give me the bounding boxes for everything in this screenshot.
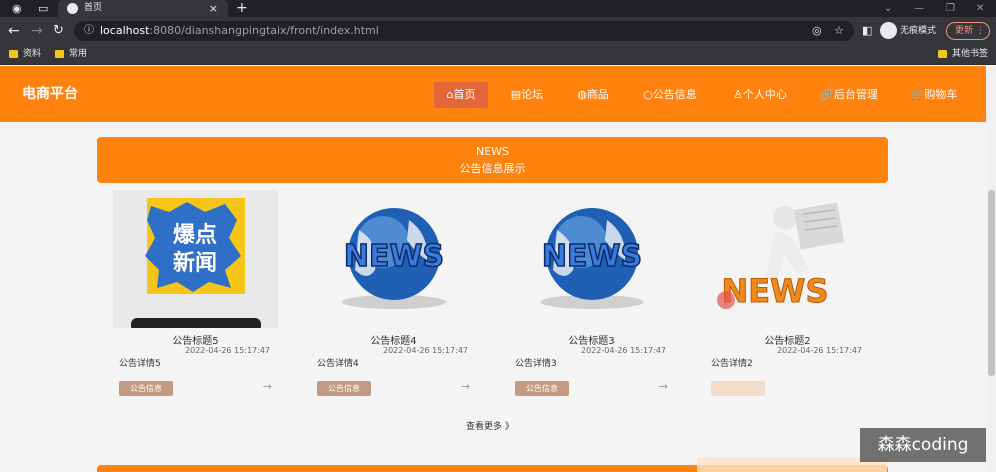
nav-admin[interactable]: 🔗后台管理 — [814, 82, 884, 108]
forward-arrow-icon[interactable]: → — [31, 17, 43, 45]
news-detail: 公告详情4 — [317, 359, 359, 369]
news-time: 2022-04-26 15:17:47 — [383, 346, 468, 355]
image-text-headline: 爆点 — [173, 222, 217, 248]
address-bar[interactable]: ⓘ localhost:8080/dianshangpingtaix/front… — [74, 21, 854, 41]
scrollbar-thumb[interactable] — [988, 190, 995, 376]
tab-list-icon[interactable]: ⌄ — [884, 0, 892, 17]
news-banner-en: NEWS — [475, 145, 510, 158]
browser-toolbar: ← → ↻ ⓘ localhost:8080/dianshangpingtaix… — [0, 17, 996, 45]
news-thumbnail[interactable]: NEWS — [509, 190, 674, 328]
news-tag: 公告信息 — [515, 381, 569, 396]
site-header: 电商平台 ⌂首页 ▤论坛 ◍商品 ○公告信息 ♙个人中心 🔗后台管理 🛒购物车 — [0, 66, 986, 122]
restore-icon[interactable]: ❐ — [946, 0, 955, 17]
news-card[interactable]: 爆点 新闻 公告标题5 2022-04-26 15:17:47 公告详情5 公告… — [113, 190, 278, 400]
news-section-banner: NEWS 公告信息展示 — [97, 137, 888, 183]
tracking-blocked-icon[interactable]: ◎ — [812, 17, 822, 45]
folder-icon — [55, 50, 64, 58]
bookmark-label: 常用 — [69, 49, 88, 59]
news-tag: 公告信息 — [119, 381, 173, 396]
nav-cart[interactable]: 🛒购物车 — [904, 82, 964, 108]
site-info-icon[interactable]: ⓘ — [84, 21, 94, 41]
bookmarks-bar: 资料 常用 其他书签 — [0, 45, 996, 65]
bookmark-folder-ziliao[interactable]: 资料 — [9, 45, 41, 64]
image-text-news: 新闻 — [173, 250, 217, 276]
nav-products[interactable]: ◍商品 — [570, 82, 616, 108]
news-title[interactable]: 公告标题3 — [509, 332, 674, 347]
window-close-icon[interactable]: ✕ — [976, 0, 984, 17]
incognito-label: 无痕模式 — [900, 26, 937, 36]
new-tab-button[interactable]: + — [236, 0, 248, 17]
view-more-link[interactable]: 查看更多 》 — [466, 419, 514, 432]
svg-text:NEWS: NEWS — [542, 239, 642, 274]
news-card[interactable]: NEWS 公告标题3 2022-04-26 15:17:47 公告详情3 公告信… — [509, 190, 674, 400]
update-button[interactable]: 更新 ⋮ — [946, 22, 990, 40]
back-arrow-icon[interactable]: ← — [8, 17, 20, 45]
tab-title: 首页 — [84, 3, 103, 13]
url-host: localhost — [100, 24, 150, 37]
browser-tab-home[interactable]: 首页 × — [58, 0, 228, 17]
news-card[interactable]: NEWS 公告标题4 2022-04-26 15:17:47 公告详情4 公告信… — [311, 190, 476, 400]
other-bookmarks-folder[interactable]: 其他书签 — [938, 45, 988, 64]
video-watermark: 森森coding — [860, 428, 986, 462]
arrow-right-icon[interactable]: → — [461, 380, 470, 393]
tab-favicon-icon — [67, 3, 78, 14]
update-label: 更新 — [955, 26, 974, 36]
blurred-overlay — [697, 457, 887, 472]
news-detail: 公告详情2 — [711, 359, 753, 369]
site-brand[interactable]: 电商平台 — [22, 66, 78, 122]
bookmark-label: 资料 — [23, 49, 42, 59]
bookmark-star-icon[interactable]: ☆ — [834, 17, 844, 45]
reload-icon[interactable]: ↻ — [53, 17, 64, 45]
nav-forum[interactable]: ▤论坛 — [504, 82, 550, 108]
nav-home[interactable]: ⌂首页 — [434, 82, 488, 108]
news-time: 2022-04-26 15:17:47 — [777, 346, 862, 355]
news-tag: 公告信息 — [317, 381, 371, 396]
folder-icon — [938, 50, 947, 58]
news-detail: 公告详情3 — [515, 359, 557, 369]
news-banner-cn: 公告信息展示 — [459, 162, 526, 175]
svg-text:NEWS: NEWS — [722, 272, 829, 310]
url-path: :8080/dianshangpingtaix/front/index.html — [149, 24, 379, 37]
news-thumbnail[interactable]: 爆点 新闻 — [113, 190, 278, 328]
news-thumbnail[interactable]: NEWS — [311, 190, 476, 328]
news-detail: 公告详情5 — [119, 359, 161, 369]
tab-close-icon[interactable]: × — [209, 0, 218, 17]
browser-tab-strip: ◉ ▭ 首页 × + ⌄ — ❐ ✕ — [0, 0, 996, 17]
browser-menu-icon[interactable]: ◉ — [12, 0, 22, 17]
side-panel-icon[interactable]: ◧ — [862, 17, 872, 45]
other-bookmarks-label: 其他书签 — [952, 49, 989, 59]
news-title[interactable]: 公告标题5 — [113, 332, 278, 347]
arrow-right-icon[interactable]: → — [659, 380, 668, 393]
incognito-icon[interactable] — [880, 22, 897, 39]
folder-icon — [9, 50, 18, 58]
news-time: 2022-04-26 15:17:47 — [185, 346, 270, 355]
mouse-cursor-highlight — [717, 291, 735, 309]
news-time: 2022-04-26 15:17:47 — [581, 346, 666, 355]
svg-text:NEWS: NEWS — [344, 239, 444, 274]
news-title[interactable]: 公告标题4 — [311, 332, 476, 347]
news-title[interactable]: 公告标题2 — [705, 332, 870, 347]
tab-search-icon[interactable]: ▭ — [38, 0, 48, 17]
news-tag — [711, 381, 765, 396]
minimize-icon[interactable]: — — [914, 0, 924, 17]
bookmark-folder-changyong[interactable]: 常用 — [55, 45, 87, 64]
page-scrollbar[interactable] — [986, 66, 996, 472]
nav-announcements[interactable]: ○公告信息 — [636, 82, 704, 108]
nav-personal-center[interactable]: ♙个人中心 — [724, 82, 796, 108]
arrow-right-icon[interactable]: → — [263, 380, 272, 393]
